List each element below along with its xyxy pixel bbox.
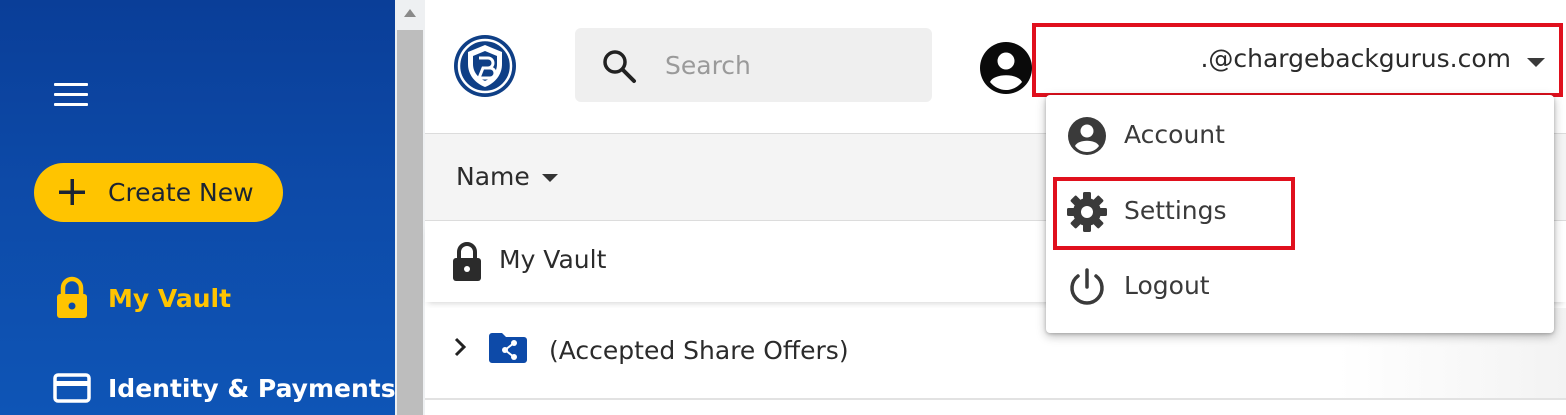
user-dropdown-menu: Account Settings Logout	[1046, 95, 1554, 333]
account-circle-icon[interactable]	[978, 40, 1034, 96]
plus-icon	[59, 179, 85, 205]
row-label: (Accepted Share Offers)	[549, 336, 849, 365]
create-new-button[interactable]: Create New	[34, 163, 283, 222]
hamburger-icon[interactable]	[52, 82, 92, 110]
row-label: My Vault	[499, 245, 607, 274]
search-box[interactable]	[575, 28, 932, 102]
column-header-name: Name	[456, 162, 530, 191]
lock-icon	[57, 276, 87, 318]
sidebar-item-my-vault[interactable]: My Vault	[52, 276, 231, 320]
menu-item-logout[interactable]: Logout	[1046, 250, 1554, 322]
menu-item-account[interactable]: Account	[1046, 99, 1554, 171]
scroll-up-arrow-icon[interactable]	[395, 0, 425, 28]
menu-item-settings[interactable]: Settings	[1046, 175, 1554, 247]
sidebar: Create New My Vault Identity & Payments	[0, 0, 396, 415]
sort-caret-icon	[541, 173, 558, 182]
create-new-label: Create New	[108, 178, 254, 207]
search-icon[interactable]	[601, 48, 637, 84]
sort-by-name-header[interactable]: Name	[456, 162, 558, 191]
search-input[interactable]	[665, 46, 915, 84]
lock-icon	[453, 242, 481, 281]
credit-card-icon	[53, 373, 91, 403]
user-email: .@chargebackgurus.com	[1200, 44, 1511, 73]
chevron-right-icon[interactable]	[451, 336, 469, 358]
sidebar-item-identity-payments[interactable]: Identity & Payments	[52, 366, 396, 410]
menu-item-label: Account	[1124, 120, 1225, 149]
sidebar-item-label: My Vault	[108, 283, 232, 313]
chevron-down-icon	[1527, 58, 1545, 67]
shared-folder-icon	[489, 333, 527, 363]
keeper-shield-logo[interactable]	[452, 33, 518, 99]
scroll-thumb[interactable]	[397, 30, 423, 415]
power-icon	[1070, 268, 1104, 305]
menu-item-label: Settings	[1124, 196, 1227, 225]
menu-item-label: Logout	[1124, 271, 1210, 300]
gear-icon	[1067, 192, 1107, 232]
user-menu-toggle[interactable]: .@chargebackgurus.com	[1032, 23, 1563, 97]
sidebar-item-label: Identity & Payments	[108, 373, 396, 403]
sidebar-scrollbar[interactable]	[395, 0, 425, 415]
account-circle-icon	[1068, 117, 1106, 155]
